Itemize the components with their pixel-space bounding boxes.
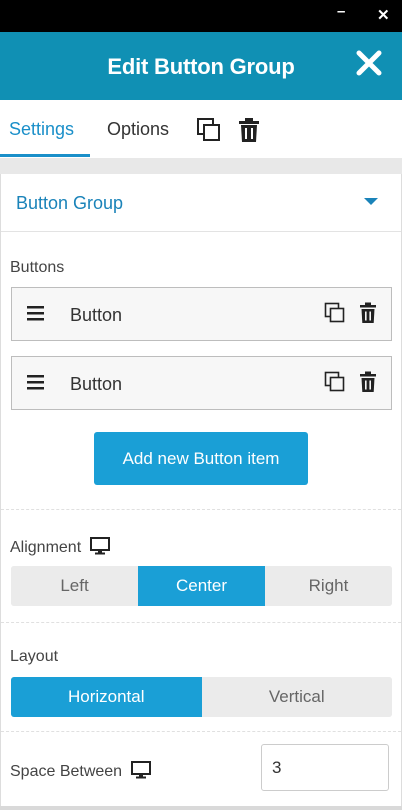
align-center-option[interactable]: Center	[138, 566, 265, 606]
align-right-option[interactable]: Right	[265, 566, 392, 606]
trash-icon[interactable]	[359, 302, 377, 324]
settings-panel: Button Group Buttons Button Button Add n…	[0, 174, 402, 810]
minimize-button[interactable]: –	[337, 4, 345, 20]
list-item-label: Button	[70, 305, 123, 325]
list-item[interactable]: Button	[11, 287, 392, 341]
layout-vertical-option[interactable]: Vertical	[201, 677, 392, 717]
align-left-option[interactable]: Left	[11, 566, 138, 606]
space-between-label-text: Space Between	[10, 763, 123, 780]
copy-icon[interactable]	[324, 371, 346, 393]
copy-icon[interactable]	[196, 117, 222, 143]
separator-band	[0, 158, 402, 174]
close-icon[interactable]	[354, 48, 384, 78]
divider	[1, 731, 401, 732]
list-item-label: Button	[70, 374, 123, 394]
tab-options[interactable]: Options	[107, 119, 169, 140]
page-title: Edit Button Group	[107, 54, 295, 79]
layout-label: Layout	[10, 648, 59, 665]
editor-header: Edit Button Group	[0, 32, 402, 100]
trash-icon[interactable]	[359, 371, 377, 393]
space-between-input[interactable]	[261, 744, 389, 791]
active-tab-indicator	[0, 154, 90, 157]
space-between-label: Space Between	[10, 761, 151, 781]
desktop-icon[interactable]	[89, 537, 110, 555]
drag-handle-icon[interactable]	[26, 373, 46, 391]
add-button-item-button[interactable]: Add new Button item	[94, 432, 308, 485]
copy-icon[interactable]	[324, 302, 346, 324]
section-title: Button Group	[16, 193, 124, 213]
window-titlebar: – ✕	[0, 0, 402, 32]
desktop-icon[interactable]	[130, 761, 151, 779]
divider	[1, 622, 401, 623]
layout-horizontal-option[interactable]: Horizontal	[11, 677, 202, 717]
divider	[1, 509, 401, 510]
buttons-label: Buttons	[10, 259, 65, 276]
chevron-down-icon[interactable]	[364, 198, 378, 205]
drag-handle-icon[interactable]	[26, 304, 46, 322]
alignment-label: Alignment	[10, 537, 110, 557]
list-item[interactable]: Button	[11, 356, 392, 410]
alignment-selector: Left Center Right	[11, 566, 392, 606]
trash-icon[interactable]	[236, 117, 262, 143]
window-close-button[interactable]: ✕	[377, 8, 390, 24]
tab-settings[interactable]: Settings	[9, 119, 74, 140]
layout-selector: Horizontal Vertical	[11, 677, 392, 717]
tab-bar: Settings Options	[0, 100, 402, 158]
alignment-label-text: Alignment	[10, 539, 82, 556]
section-header[interactable]: Button Group	[1, 174, 401, 232]
panel-bottom-edge	[0, 806, 402, 810]
